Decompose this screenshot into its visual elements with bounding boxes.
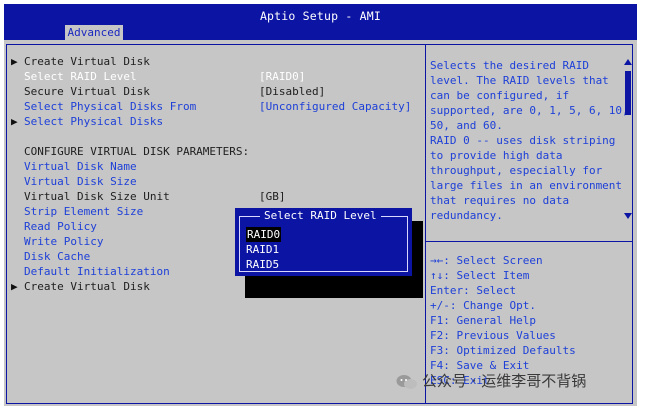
menu-item-label: Read Policy [24, 220, 97, 233]
menu-item-label: Default Initialization [24, 265, 170, 278]
help-line: that requires no data [430, 194, 570, 207]
help-text: Selects the desired RAID level. The RAID… [430, 58, 629, 223]
menu-item-label: Write Policy [24, 235, 104, 248]
menu-item-label: Create Virtual Disk [24, 55, 150, 68]
help-line: supported, are 0, 1, 5, 6, 10, [430, 104, 629, 117]
key-help-line: F1: General Help [430, 314, 536, 327]
menu-item-label: Virtual Disk Name [24, 160, 137, 173]
menu-item-label: Select Physical Disks From [24, 100, 197, 113]
popup-option-raid1[interactable]: RAID1 [246, 242, 279, 257]
help-line: Selects the desired RAID [430, 59, 589, 72]
key-help-line: Enter: Select [430, 284, 517, 297]
menu-item-virtual-disk-size-unit[interactable]: Virtual Disk Size Unit [GB] [7, 189, 425, 204]
popup-option-raid5[interactable]: RAID5 [246, 257, 279, 272]
scroll-down-arrow-icon[interactable] [624, 213, 632, 219]
section-heading: CONFIGURE VIRTUAL DISK PARAMETERS: [7, 144, 425, 159]
menu-item-select-physical-disks[interactable]: ▶ Select Physical Disks [7, 114, 425, 129]
menu-item-label: Secure Virtual Disk [24, 85, 150, 98]
menu-item-label: Select Physical Disks [24, 115, 164, 128]
menu-item-secure-virtual-disk[interactable]: Secure Virtual Disk [Disabled] [7, 84, 425, 99]
menu-item-virtual-disk-size[interactable]: Virtual Disk Size [7, 174, 425, 189]
menu-item-value: [GB] [259, 190, 286, 203]
main-frame: ▶ Create Virtual Disk Select RAID Level … [6, 44, 633, 404]
main-panel: ▶ Create Virtual Disk Select RAID Level … [4, 40, 637, 406]
help-line: can be configured, if [430, 89, 570, 102]
help-scrollbar[interactable] [624, 59, 632, 219]
menu-item-value: [Unconfigured Capacity] [259, 100, 412, 113]
key-help-line: F3: Optimized Defaults [430, 344, 576, 357]
tab-advanced[interactable]: Advanced [65, 25, 123, 40]
help-line: RAID 0 -- uses disk striping [430, 134, 616, 147]
help-line: redundancy. [430, 209, 503, 222]
popup-option-raid0[interactable]: RAID0 [246, 227, 282, 242]
menu-item-virtual-disk-name[interactable]: Virtual Disk Name [7, 159, 425, 174]
menu-item-label: Disk Cache [24, 250, 91, 263]
popup-title: Select RAID Level [260, 209, 381, 223]
help-line: level. The RAID levels that [430, 74, 609, 87]
menu-item-value: [Disabled] [259, 85, 326, 98]
header-bar: Aptio Setup - AMI Advanced [4, 4, 637, 40]
menu-item-select-physical-disks-from[interactable]: Select Physical Disks From [Unconfigured… [7, 99, 425, 114]
menu-item-create-virtual-disk[interactable]: ▶ Create Virtual Disk [7, 54, 425, 69]
key-help-line: ↑↓: Select Item [430, 269, 530, 282]
key-help-line: F2: Previous Values [430, 329, 556, 342]
submenu-arrow-icon: ▶ [11, 115, 18, 128]
menu-item-value: [RAID0] [259, 70, 306, 83]
menu-item-label: Create Virtual Disk [24, 280, 150, 293]
key-help-line: +/-: Change Opt. [430, 299, 536, 312]
section-heading-label: CONFIGURE VIRTUAL DISK PARAMETERS: [24, 145, 250, 158]
help-line: throughput, especially for [430, 164, 603, 177]
scroll-up-arrow-icon[interactable] [624, 59, 632, 65]
help-divider [426, 241, 633, 242]
watermark: 公众号 · 运维李哥不背锅 [396, 368, 586, 394]
column-divider [425, 45, 426, 403]
window-title: Aptio Setup - AMI [259, 9, 382, 23]
scroll-thumb[interactable] [625, 71, 631, 115]
help-line: to provide high data [430, 149, 563, 162]
help-line: large files in an environment [430, 179, 623, 192]
menu-item-label: Virtual Disk Size Unit [24, 190, 170, 203]
submenu-arrow-icon: ▶ [11, 280, 18, 293]
submenu-arrow-icon: ▶ [11, 55, 18, 68]
menu-item-label: Select RAID Level [24, 70, 137, 83]
menu-item-select-raid-level[interactable]: Select RAID Level [RAID0] [7, 69, 425, 84]
menu-item-label: Strip Element Size [24, 205, 144, 218]
watermark-text: 公众号 · 运维李哥不背锅 [422, 372, 587, 390]
raid-level-popup: Select RAID Level RAID0 RAID1 RAID5 [235, 208, 412, 276]
wechat-icon [396, 374, 417, 389]
key-help-line: →←: Select Screen [430, 254, 543, 267]
help-line: 50, and 60. [430, 119, 503, 132]
menu-item-label: Virtual Disk Size [24, 175, 137, 188]
